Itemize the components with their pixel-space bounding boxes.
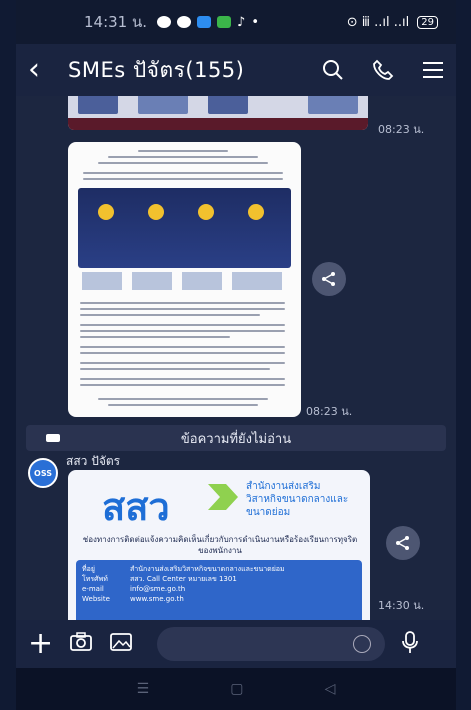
image-footer: [68, 118, 368, 130]
share-button[interactable]: [386, 526, 420, 560]
card-intro: ช่องทางการติดต่อแจ้งความคิดเห็นเกี่ยวกับ…: [82, 535, 358, 555]
doc-text-line: [108, 404, 258, 406]
emoji-icon[interactable]: [353, 635, 372, 653]
signal-icons: ⊙ ⅲ ..ıl ..ıl: [346, 14, 410, 30]
doc-text-line: [83, 178, 283, 180]
thumbnail: [208, 96, 248, 114]
message-time: 08:23 น.: [378, 123, 425, 136]
system-status: ⊙ ⅲ ..ıl ..ıl 29: [347, 15, 438, 30]
doc-photo: [82, 272, 122, 290]
phone-screen: 14:31 น. ♪ • ⊙ ⅲ ..ıl ..ıl 29 ‹ SMEs ปัจ…: [16, 0, 456, 710]
system-nav-bar: ☰ ▢ ◁: [16, 668, 456, 710]
chat-header: ‹ SMEs ปัจัตร(155): [16, 44, 456, 96]
doc-text-line: [98, 398, 268, 400]
add-icon[interactable]: +: [28, 629, 53, 659]
doc-photo: [232, 272, 282, 290]
back-nav-icon[interactable]: ◁: [325, 681, 336, 697]
doc-text-line: [80, 352, 285, 354]
back-icon[interactable]: ‹: [28, 55, 68, 85]
call-icon[interactable]: [372, 59, 394, 81]
contact-card-image[interactable]: สสว สำนักงานส่งเสริมวิสาหกิจขนาดกลางและข…: [68, 470, 370, 620]
doc-text-line: [80, 378, 285, 380]
doc-text-line: [80, 308, 285, 310]
info-row: โทรศัพท์ สสว. Call Center หมายเลข 1301: [82, 574, 356, 584]
battery-icon: 29: [417, 15, 438, 29]
doc-text-line: [80, 368, 270, 370]
info-key: Website: [82, 595, 110, 603]
info-key: e-mail: [82, 585, 104, 593]
sme-logo-text: สสว: [102, 485, 170, 529]
step-icon: [98, 204, 114, 220]
info-row: e-mail info@sme.go.th: [82, 584, 356, 594]
search-icon[interactable]: [322, 59, 344, 81]
tiktok-icon: ♪: [237, 14, 246, 30]
notification-icons: ♪ •: [157, 15, 259, 30]
doc-text-line: [98, 162, 268, 164]
message-time: 08:23 น.: [306, 405, 353, 418]
image-message[interactable]: [68, 96, 368, 130]
org-name: สำนักงานส่งเสริมวิสาหกิจขนาดกลางและขนาดย…: [246, 481, 349, 518]
doc-text-line: [80, 330, 285, 332]
step-icon: [198, 204, 214, 220]
line-icon: [157, 16, 172, 28]
doc-text-line: [80, 362, 285, 364]
menu-icon[interactable]: [422, 61, 444, 79]
share-button[interactable]: [312, 262, 346, 296]
info-value: สำนักงานส่งเสริมวิสาหกิจขนาดกลางและขนาดย…: [130, 565, 285, 573]
doc-text-line: [80, 336, 230, 338]
recent-apps-icon[interactable]: ☰: [137, 681, 150, 697]
logo-arrow-icon: [208, 484, 238, 510]
info-value: info@sme.go.th: [130, 585, 186, 593]
doc-photo: [132, 272, 172, 290]
doc-text-line: [80, 384, 285, 386]
status-bar: 14:31 น. ♪ • ⊙ ⅲ ..ıl ..ıl 29: [16, 0, 456, 44]
info-key: โทรศัพท์: [82, 575, 108, 583]
doc-text-line: [108, 156, 258, 158]
doc-text-line: [138, 150, 228, 152]
share-icon: [396, 536, 409, 550]
doc-banner: [78, 188, 291, 268]
sender-name: สสว ปัจัตร: [66, 454, 121, 468]
app-icon: [217, 16, 232, 28]
microphone-icon[interactable]: [401, 630, 419, 658]
camera-icon[interactable]: [69, 632, 93, 656]
unread-label: ข้อความที่ยังไม่อ่าน: [180, 431, 292, 447]
app-icon: [197, 16, 212, 28]
info-key: ที่อยู่: [82, 565, 95, 573]
messenger-icon: [177, 16, 192, 28]
doc-text-line: [80, 324, 285, 326]
thumbnail: [78, 96, 118, 114]
home-icon[interactable]: ▢: [230, 681, 243, 697]
doc-text-line: [80, 314, 260, 316]
message-input[interactable]: [157, 627, 386, 661]
contact-info-box: ที่อยู่ สำนักงานส่งเสริมวิสาหกิจขนาดกลาง…: [76, 560, 362, 620]
header-actions: [322, 59, 444, 81]
doc-text-line: [80, 346, 285, 348]
dot-icon: •: [251, 14, 259, 30]
step-icon: [148, 204, 164, 220]
info-value: สสว. Call Center หมายเลข 1301: [130, 575, 237, 583]
info-value: www.sme.go.th: [130, 595, 184, 603]
step-icon: [248, 204, 264, 220]
doc-text-line: [80, 302, 285, 304]
status-time: 14:31 น.: [84, 13, 148, 31]
doc-text-line: [83, 172, 283, 174]
unread-icon: [46, 434, 60, 442]
thumbnail: [308, 96, 358, 114]
share-icon: [322, 272, 335, 286]
thumbnail: [138, 96, 188, 114]
chat-title: SMEs ปัจัตร(155): [68, 57, 245, 82]
unread-divider: ข้อความที่ยังไม่อ่าน: [26, 425, 446, 451]
gallery-icon[interactable]: [109, 632, 133, 656]
document-image-message[interactable]: [68, 142, 301, 417]
doc-photo: [182, 272, 222, 290]
info-row: Website www.sme.go.th: [82, 594, 356, 604]
chat-area[interactable]: 08:23 น. 08:23 น. ข้อความที่ยังไม่อ่าน O…: [16, 96, 456, 620]
message-input-bar: +: [16, 620, 456, 668]
avatar[interactable]: OSS: [28, 458, 58, 488]
message-time: 14:30 น.: [378, 599, 425, 612]
info-row: ที่อยู่ สำนักงานส่งเสริมวิสาหกิจขนาดกลาง…: [82, 564, 356, 574]
